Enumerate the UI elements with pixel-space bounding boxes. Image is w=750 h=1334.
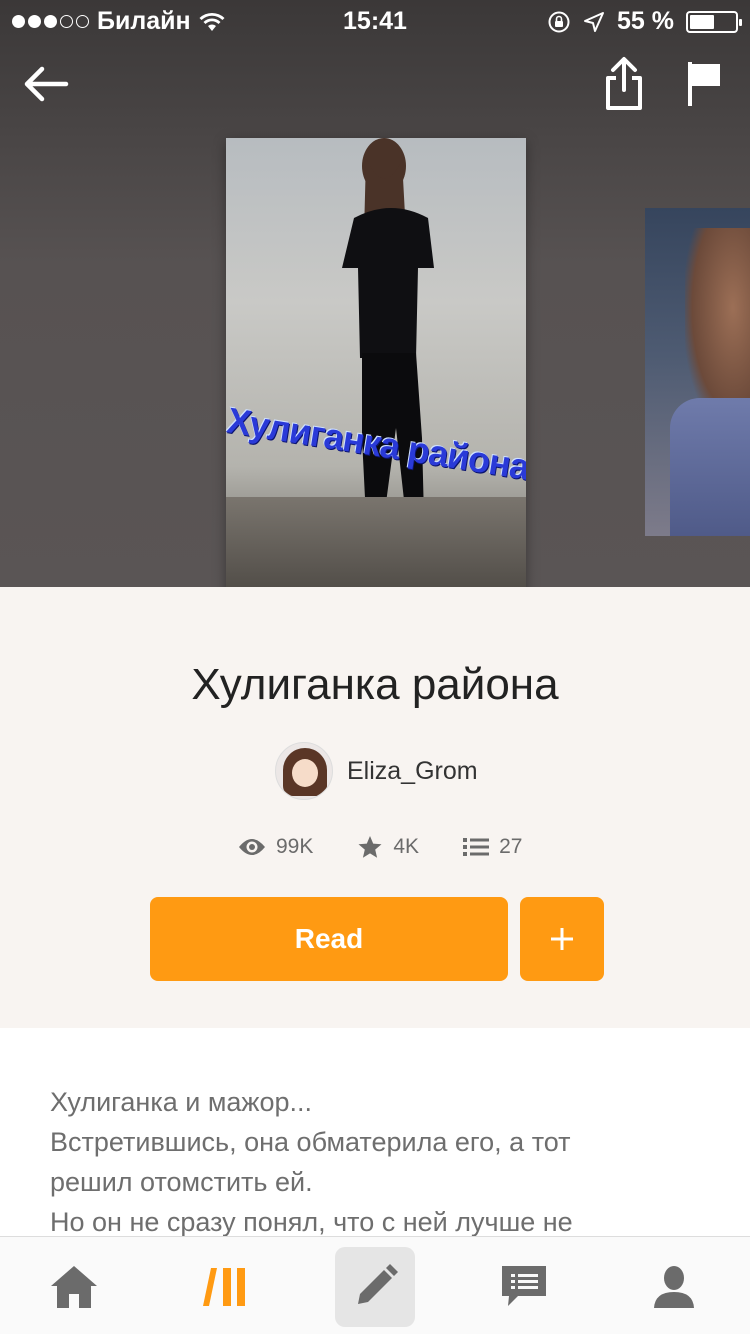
star-icon bbox=[358, 836, 382, 858]
next-story-cover[interactable] bbox=[645, 208, 750, 536]
next-cover-skirt bbox=[670, 398, 750, 536]
story-stats: 99K 4K 27 bbox=[238, 835, 522, 859]
tab-inbox[interactable] bbox=[484, 1247, 564, 1327]
add-to-library-button[interactable] bbox=[520, 897, 604, 981]
battery-percent: 55 % bbox=[617, 7, 674, 35]
reads-count: 99K bbox=[276, 835, 314, 858]
tab-home[interactable] bbox=[34, 1247, 114, 1327]
author-name[interactable]: Eliza_Grom bbox=[347, 757, 478, 786]
location-arrow-icon bbox=[584, 11, 605, 32]
tab-write[interactable] bbox=[335, 1247, 415, 1327]
description-line: решил отомстить ей. bbox=[50, 1167, 313, 1197]
story-title: Хулиганка района bbox=[191, 660, 559, 709]
bottom-tab-bar bbox=[0, 1236, 750, 1334]
rotation-lock-icon bbox=[548, 11, 570, 32]
status-bar: Билайн 15:41 55 % bbox=[0, 0, 750, 40]
read-button[interactable]: Read bbox=[150, 897, 508, 981]
inbox-icon bbox=[502, 1266, 546, 1306]
reads-stat: 99K bbox=[238, 835, 313, 859]
avatar[interactable] bbox=[275, 742, 333, 800]
plus-icon bbox=[551, 928, 573, 950]
story-description: Хулиганка и мажор... Встретившись, она о… bbox=[50, 1082, 710, 1242]
profile-icon bbox=[654, 1266, 694, 1308]
tab-discover[interactable] bbox=[185, 1247, 265, 1327]
parts-count: 27 bbox=[499, 835, 523, 858]
share-icon[interactable] bbox=[603, 56, 645, 112]
flag-icon[interactable] bbox=[684, 58, 724, 108]
cover-ground bbox=[226, 497, 526, 587]
status-right: 55 % bbox=[547, 7, 742, 36]
write-icon bbox=[358, 1264, 398, 1304]
eye-icon bbox=[239, 839, 265, 855]
list-icon bbox=[463, 838, 490, 856]
votes-count: 4K bbox=[393, 835, 420, 858]
votes-stat: 4K bbox=[357, 835, 419, 859]
author-link[interactable]: Eliza_Grom bbox=[275, 742, 478, 800]
discover-icon bbox=[203, 1268, 245, 1306]
story-cover-image[interactable]: Хулиганка района bbox=[226, 138, 526, 587]
back-arrow-icon[interactable] bbox=[22, 60, 70, 108]
story-header: Билайн 15:41 55 % Хулиганка района bbox=[0, 0, 750, 587]
battery-icon bbox=[686, 10, 742, 33]
parts-stat: 27 bbox=[463, 835, 522, 859]
description-line: Хулиганка и мажор... bbox=[50, 1087, 313, 1117]
battery-level bbox=[690, 14, 715, 29]
home-icon bbox=[51, 1266, 97, 1308]
tab-profile[interactable] bbox=[634, 1247, 714, 1327]
description-line: Встретившись, она обматерила его, а тот bbox=[50, 1127, 571, 1157]
